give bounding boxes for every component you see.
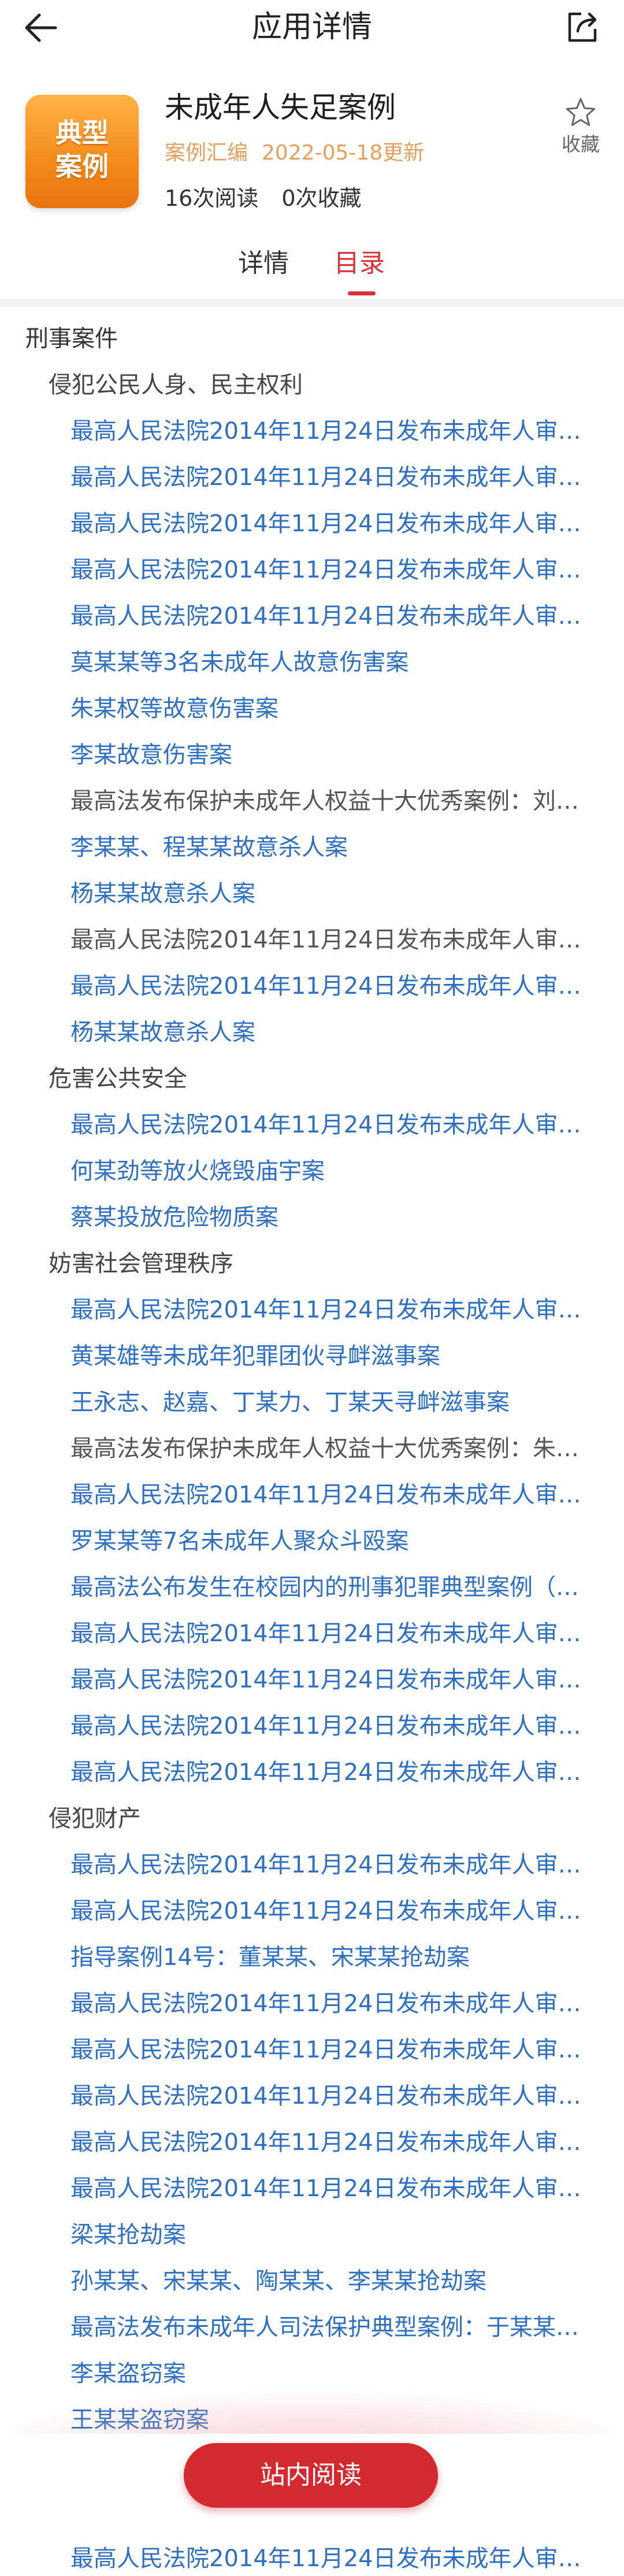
- catalog-section-title: 刑事案件: [25, 325, 118, 352]
- app-icon-text-bottom: 案例: [55, 151, 109, 182]
- catalog-item-link[interactable]: 孙某某、宋某某、陶某某、李某某抢劫案: [70, 2264, 590, 2299]
- catalog-item-link[interactable]: 最高人民法院2014年11月24日发布未成年人审判工...: [70, 923, 590, 957]
- catalog-group-label: 妨害社会管理秩序: [49, 1250, 233, 1277]
- favorite-count: 0次收藏: [281, 186, 362, 211]
- tab-bar: 详情 目录: [0, 237, 624, 295]
- catalog-item-link[interactable]: 李某某、程某某故意杀人案: [70, 830, 590, 865]
- catalog-group-label: 侵犯公民人身、民主权利: [49, 372, 303, 398]
- catalog-item-link[interactable]: 李某故意伤害案: [70, 738, 590, 772]
- catalog-item-link[interactable]: 杨某某故意杀人案: [70, 876, 590, 911]
- catalog-item-link[interactable]: 最高人民法院2014年11月24日发布未成年人审判工...: [70, 1663, 590, 1697]
- catalog-item-link[interactable]: 最高人民法院2014年11月24日发布未成年人审判工...: [70, 1986, 590, 2021]
- catalog-item-link[interactable]: 杨某某故意杀人案: [70, 1015, 590, 1050]
- catalog-item-link[interactable]: 朱某权等故意伤害案: [70, 691, 590, 726]
- share-icon[interactable]: [564, 8, 601, 45]
- catalog-item-link[interactable]: 蔡某投放危险物质案: [70, 1200, 590, 1235]
- catalog-item-link[interactable]: 最高法发布未成年人司法保护典型案例：于某某抢...: [70, 2310, 590, 2345]
- catalog-item-link[interactable]: 最高法发布保护未成年人权益十大优秀案例：刘某...: [70, 784, 590, 819]
- catalog-item-link[interactable]: 最高人民法院2014年11月24日发布未成年人审判工...: [70, 1894, 590, 1929]
- catalog-item-link[interactable]: 最高法发布保护未成年人权益十大优秀案例：朱某...: [70, 1431, 590, 1466]
- app-meta: 案例汇编 2022-05-18更新: [165, 140, 438, 166]
- catalog-item-link[interactable]: 最高人民法院2014年11月24日发布未成年人审判工...: [70, 599, 590, 634]
- catalog-group-label: 侵犯财产: [49, 1805, 141, 1832]
- catalog-item-link[interactable]: 梁某抢劫案: [70, 2218, 590, 2252]
- app-icon-text-top: 典型: [55, 117, 109, 149]
- catalog-item-link[interactable]: 最高人民法院2014年11月24日发布未成年人审判工...: [70, 1293, 590, 1327]
- catalog-item-link[interactable]: 王永志、赵嘉、丁某力、丁某天寻衅滋事案: [70, 1385, 590, 1420]
- tab-catalog[interactable]: 目录: [334, 247, 385, 280]
- catalog-item-link[interactable]: 指导案例14号：董某某、宋某某抢劫案: [70, 1940, 590, 1975]
- app-header: 典型 案例 未成年人失足案例 案例汇编 2022-05-18更新 16次阅读 0次收…: [0, 87, 624, 214]
- app-icon: 典型 案例: [25, 95, 139, 208]
- catalog-item-link[interactable]: 最高法公布发生在校园内的刑事犯罪典型案例（福...: [70, 1570, 590, 1605]
- top-nav-bar: 应用详情: [0, 0, 624, 55]
- favorite-button[interactable]: 收藏: [560, 96, 601, 157]
- star-outline-icon: [566, 98, 596, 126]
- catalog-item-link[interactable]: 黄某雄等未成年犯罪团伙寻衅滋事案: [70, 1339, 590, 1374]
- catalog-item-link[interactable]: 最高人民法院2014年11月24日发布未成年人审判工...: [70, 1709, 590, 1744]
- app-stats: 16次阅读 0次收藏: [165, 185, 385, 212]
- read-count: 16次阅读: [165, 186, 259, 211]
- catalog-item-link[interactable]: 最高人民法院2014年11月24日发布未成年人审判工...: [70, 1616, 590, 1651]
- app-name: 未成年人失足案例: [165, 91, 396, 124]
- catalog-item-link[interactable]: 最高人民法院2014年11月24日发布未成年人审判工...: [70, 1848, 590, 1882]
- catalog-item-link[interactable]: 最高人民法院2014年11月24日发布未成年人审判工...: [70, 460, 590, 495]
- app-category: 案例汇编: [165, 141, 248, 165]
- catalog-item-link[interactable]: 最高人民法院2014年11月24日发布未成年人审判工...: [70, 2541, 590, 2576]
- catalog-item-link[interactable]: 最高人民法院2014年11月24日发布未成年人审判工...: [70, 2125, 590, 2160]
- catalog-group-label: 危害公共安全: [49, 1065, 187, 1092]
- divider: [0, 298, 624, 306]
- catalog-item-link[interactable]: 最高人民法院2014年11月24日发布未成年人审判工...: [70, 2079, 590, 2114]
- catalog-item-link[interactable]: 最高人民法院2014年11月24日发布未成年人审判工...: [70, 1108, 590, 1142]
- catalog-item-link[interactable]: 最高人民法院2014年11月24日发布未成年人审判工...: [70, 1755, 590, 1790]
- active-tab-indicator: [348, 291, 376, 295]
- catalog-item-link[interactable]: 最高人民法院2014年11月24日发布未成年人审判工...: [70, 1478, 590, 1512]
- catalog-item-link[interactable]: 何某劲等放火烧毁庙宇案: [70, 1154, 590, 1189]
- catalog-item-link[interactable]: 最高人民法院2014年11月24日发布未成年人审判工...: [70, 2033, 590, 2067]
- page-title: 应用详情: [251, 10, 372, 45]
- tab-details[interactable]: 详情: [238, 247, 289, 280]
- catalog-item-link[interactable]: 莫某某等3名未成年人故意伤害案: [70, 645, 590, 680]
- catalog-item-link[interactable]: 最高人民法院2014年11月24日发布未成年人审判工...: [70, 414, 590, 449]
- app-updated: 2022-05-18更新: [262, 141, 425, 165]
- favorite-label: 收藏: [562, 133, 600, 156]
- catalog-item-link[interactable]: 最高人民法院2014年11月24日发布未成年人审判工...: [70, 553, 590, 587]
- catalog-item-link[interactable]: 最高人民法院2014年11月24日发布未成年人审判工...: [70, 2171, 590, 2206]
- read-in-app-button[interactable]: 站内阅读: [184, 2443, 438, 2508]
- catalog-item-link[interactable]: 最高人民法院2014年11月24日发布未成年人审判工...: [70, 506, 590, 541]
- catalog-item-link[interactable]: 最高人民法院2014年11月24日发布未成年人审判工...: [70, 969, 590, 1004]
- catalog-item-link[interactable]: 罗某某等7名未成年人聚众斗殴案: [70, 1524, 590, 1559]
